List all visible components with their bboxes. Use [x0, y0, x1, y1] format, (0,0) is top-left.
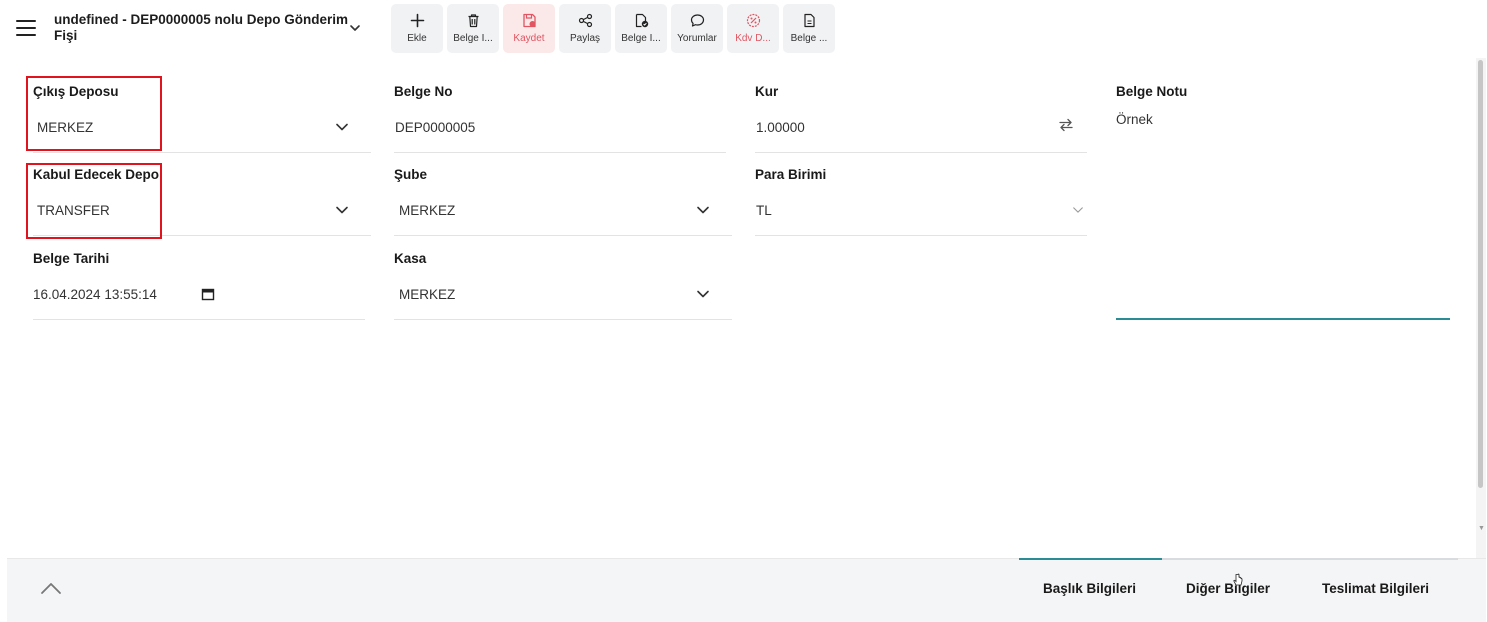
- plus-icon: [410, 13, 424, 28]
- swap-icon[interactable]: [1058, 117, 1074, 133]
- belge-no-field[interactable]: Belge No DEP0000005: [394, 84, 726, 154]
- comments-button-label: Yorumlar: [677, 33, 717, 44]
- footer-tabs-bar: Başlık Bilgileri Diğer Bilgiler Teslimat…: [7, 558, 1486, 622]
- save-button-label: Kaydet: [513, 33, 545, 44]
- belge-notu-value[interactable]: Örnek: [1116, 112, 1153, 127]
- document-icon: [803, 13, 815, 28]
- kasa-field[interactable]: Kasa MERKEZ: [394, 251, 732, 321]
- highlight-box: [26, 76, 162, 151]
- field-underline: [394, 235, 732, 236]
- scroll-down-arrow-icon[interactable]: ▼: [1478, 525, 1485, 532]
- field-underline: [394, 319, 732, 320]
- belge-notu-field[interactable]: Belge Notu Örnek: [1116, 84, 1450, 320]
- trash-icon: [468, 14, 478, 28]
- tab-teslimat-bilgileri[interactable]: Teslimat Bilgileri: [1322, 581, 1429, 596]
- belge-no-value[interactable]: DEP0000005: [395, 120, 475, 135]
- document-approve-label: Belge İ...: [621, 33, 661, 44]
- vat-button-label: Kdv D...: [735, 33, 771, 44]
- belge-tarihi-label: Belge Tarihi: [33, 251, 110, 266]
- share-button-label: Paylaş: [569, 33, 600, 44]
- active-tab-indicator: [1019, 558, 1162, 560]
- save-button[interactable]: Kaydet: [503, 4, 555, 53]
- kur-field[interactable]: Kur 1.00000: [755, 84, 1087, 154]
- field-underline: [755, 152, 1087, 153]
- chevron-down-icon[interactable]: [348, 21, 362, 35]
- add-button-label: Ekle: [407, 33, 427, 44]
- comment-icon: [690, 14, 704, 27]
- sube-label: Şube: [394, 167, 428, 182]
- kasa-label: Kasa: [394, 251, 427, 266]
- delete-document-label: Belge İ...: [453, 33, 493, 44]
- kur-label: Kur: [755, 84, 779, 99]
- chevron-down-icon[interactable]: [335, 205, 349, 215]
- share-button[interactable]: Paylaş: [559, 4, 611, 53]
- save-icon: [522, 13, 536, 28]
- para-birimi-label: Para Birimi: [755, 167, 827, 182]
- add-button[interactable]: Ekle: [391, 4, 443, 53]
- hamburger-menu-icon[interactable]: [16, 20, 36, 36]
- tab-track: [1162, 558, 1458, 560]
- tab-baslik-bilgileri[interactable]: Başlık Bilgileri: [1043, 581, 1136, 596]
- vertical-scrollbar[interactable]: ▼: [1476, 58, 1486, 558]
- para-birimi-field[interactable]: Para Birimi TL: [755, 167, 1087, 237]
- tab-diger-bilgiler[interactable]: Diğer Bilgiler: [1186, 581, 1270, 596]
- percent-badge-icon: [746, 13, 760, 28]
- sube-value[interactable]: MERKEZ: [399, 203, 455, 218]
- document-button[interactable]: Belge ...: [783, 4, 835, 53]
- delete-document-button[interactable]: Belge İ...: [447, 4, 499, 53]
- toolbar: Ekle Belge İ... Kaydet Paylaş Belge İ...…: [391, 4, 835, 53]
- scrollbar-thumb[interactable]: [1478, 60, 1483, 488]
- page-title: undefined - DEP0000005 nolu Depo Gönderi…: [54, 12, 349, 43]
- highlight-box: [26, 163, 162, 239]
- belge-tarihi-field[interactable]: Belge Tarihi 16.04.2024 13:55:14: [33, 251, 365, 321]
- chevron-down-icon[interactable]: [696, 289, 710, 299]
- field-underline: [755, 235, 1087, 236]
- comments-button[interactable]: Yorumlar: [671, 4, 723, 53]
- vat-button[interactable]: Kdv D...: [727, 4, 779, 53]
- para-birimi-value[interactable]: TL: [756, 203, 772, 218]
- hand-cursor-icon: [1233, 573, 1243, 586]
- field-underline: [33, 319, 365, 320]
- document-approve-button[interactable]: Belge İ...: [615, 4, 667, 53]
- kasa-value[interactable]: MERKEZ: [399, 287, 455, 302]
- sube-field[interactable]: Şube MERKEZ: [394, 167, 732, 237]
- belge-no-label: Belge No: [394, 84, 453, 99]
- field-underline: [394, 152, 726, 153]
- share-icon: [578, 13, 592, 28]
- chevron-up-icon[interactable]: [40, 581, 62, 595]
- app-header: undefined - DEP0000005 nolu Depo Gönderi…: [0, 0, 1487, 58]
- document-check-icon: [635, 13, 648, 28]
- calendar-icon[interactable]: [201, 287, 215, 301]
- chevron-down-icon[interactable]: [335, 122, 349, 132]
- kur-value[interactable]: 1.00000: [756, 120, 805, 135]
- belge-notu-label: Belge Notu: [1116, 84, 1188, 99]
- field-underline: [33, 152, 371, 153]
- belge-tarihi-value[interactable]: 16.04.2024 13:55:14: [33, 287, 157, 302]
- chevron-down-icon[interactable]: [1072, 205, 1084, 215]
- belge-notu-underline: [1116, 318, 1450, 320]
- chevron-down-icon[interactable]: [696, 205, 710, 215]
- document-button-label: Belge ...: [790, 33, 828, 44]
